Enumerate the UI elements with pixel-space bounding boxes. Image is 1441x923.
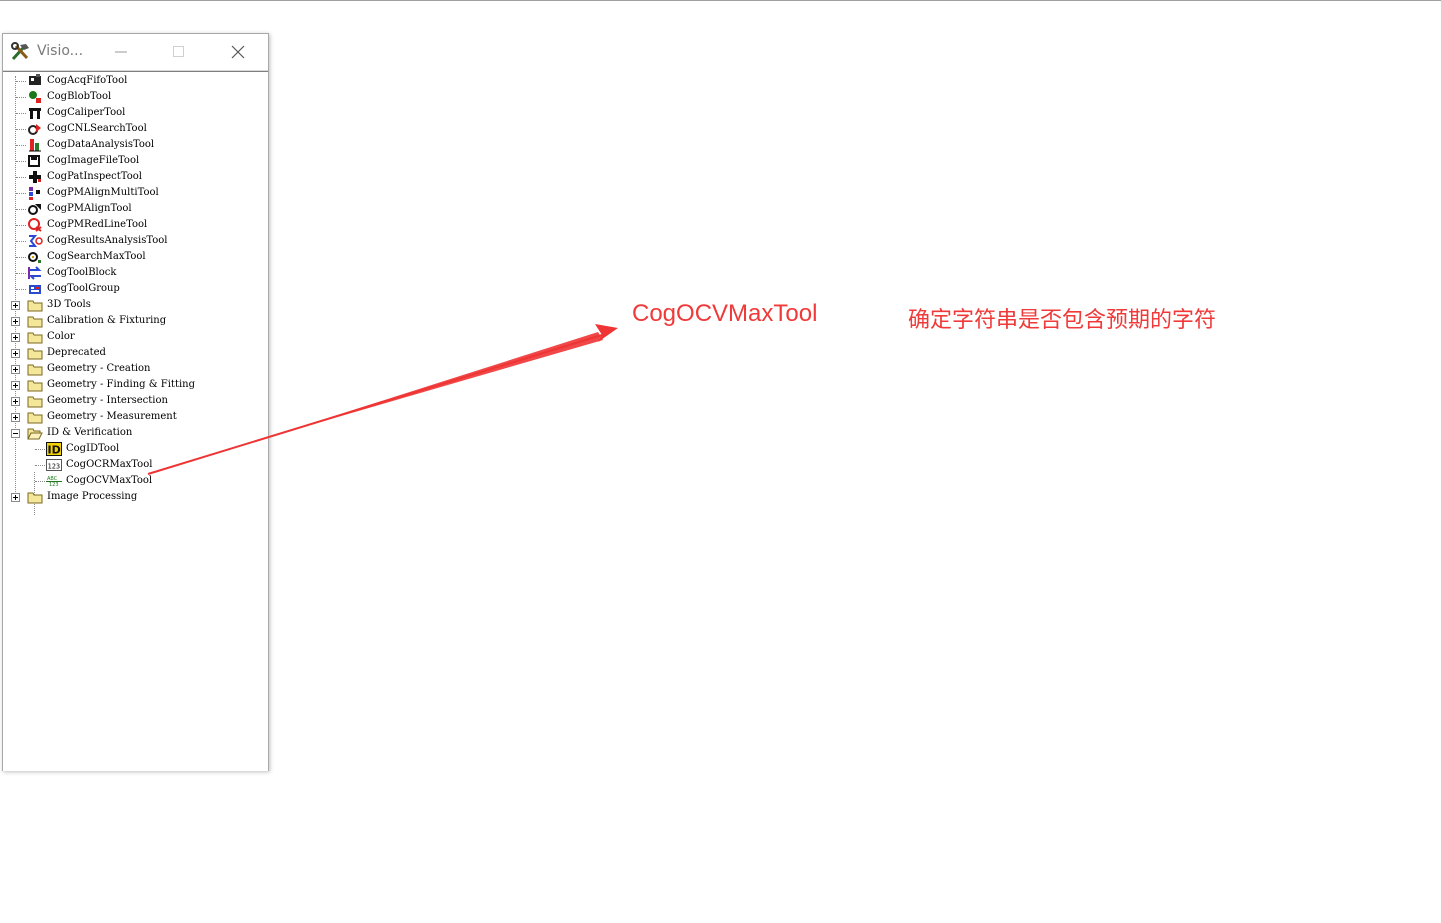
annotation-description: 确定字符串是否包含预期的字符 bbox=[908, 308, 1217, 333]
annotation-title: CogOCVMaxTool bbox=[632, 300, 818, 327]
annotation-arrow bbox=[147, 324, 618, 475]
